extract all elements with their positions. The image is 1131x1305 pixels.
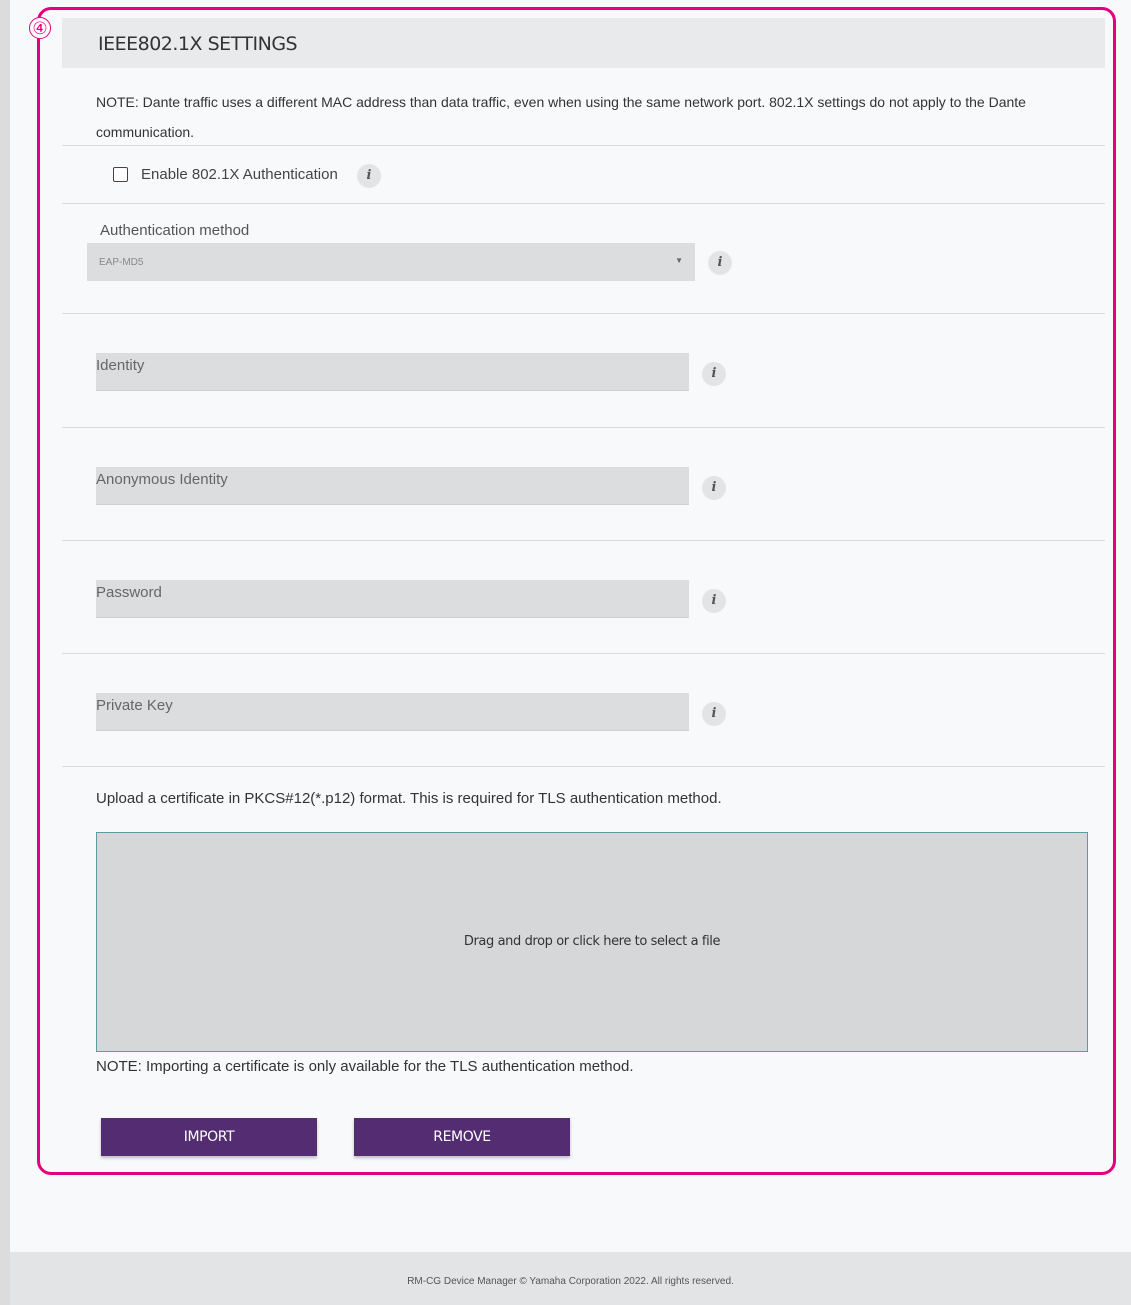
callout-marker: ④ [29, 17, 51, 39]
enable-8021x-label[interactable]: Enable 802.1X Authentication [141, 166, 338, 183]
divider [62, 427, 1105, 428]
certificate-note: NOTE: Importing a certificate is only av… [96, 1058, 634, 1075]
dante-note: NOTE: Dante traffic uses a different MAC… [96, 94, 1026, 140]
dropzone-text: Drag and drop or click here to select a … [463, 934, 721, 949]
certificate-dropzone[interactable]: Drag and drop or click here to select a … [96, 832, 1088, 1052]
left-edge [0, 0, 10, 1305]
auth-method-select[interactable]: EAP-MD5 ▼ [87, 243, 695, 281]
password-placeholder: Password [96, 584, 162, 601]
identity-placeholder: Identity [96, 357, 145, 374]
divider [62, 653, 1105, 654]
footer-copyright: RM-CG Device Manager © Yamaha Corporatio… [407, 1276, 734, 1287]
private-key-placeholder: Private Key [96, 697, 173, 714]
divider [62, 145, 1105, 146]
auth-method-label: Authentication method [100, 222, 250, 239]
enable-8021x-checkbox[interactable] [113, 167, 128, 182]
info-icon[interactable]: i [702, 476, 726, 500]
info-icon[interactable]: i [702, 589, 726, 613]
page-content: ④ IEEE802.1X SETTINGS NOTE: Dante traffi… [10, 0, 1131, 1252]
info-icon[interactable]: i [702, 362, 726, 386]
divider [62, 313, 1105, 314]
upload-description: Upload a certificate in PKCS#12(*.p12) f… [96, 790, 722, 807]
divider [62, 203, 1105, 204]
import-button[interactable]: IMPORT [101, 1118, 317, 1156]
anonymous-identity-input[interactable]: Anonymous Identity [96, 467, 689, 505]
divider [62, 540, 1105, 541]
footer: RM-CG Device Manager © Yamaha Corporatio… [10, 1252, 1131, 1305]
remove-button[interactable]: REMOVE [354, 1118, 570, 1156]
section-title: IEEE802.1X SETTINGS [98, 33, 298, 55]
info-icon[interactable]: i [702, 702, 726, 726]
divider [62, 766, 1105, 767]
identity-input[interactable]: Identity [96, 353, 689, 391]
password-input[interactable]: Password [96, 580, 689, 618]
anonymous-identity-placeholder: Anonymous Identity [96, 471, 228, 488]
info-icon[interactable]: i [357, 164, 381, 188]
private-key-input[interactable]: Private Key [96, 693, 689, 731]
chevron-down-icon: ▼ [675, 256, 683, 265]
info-icon[interactable]: i [708, 251, 732, 275]
auth-method-value: EAP-MD5 [99, 257, 144, 268]
section-header: IEEE802.1X SETTINGS [62, 18, 1105, 68]
